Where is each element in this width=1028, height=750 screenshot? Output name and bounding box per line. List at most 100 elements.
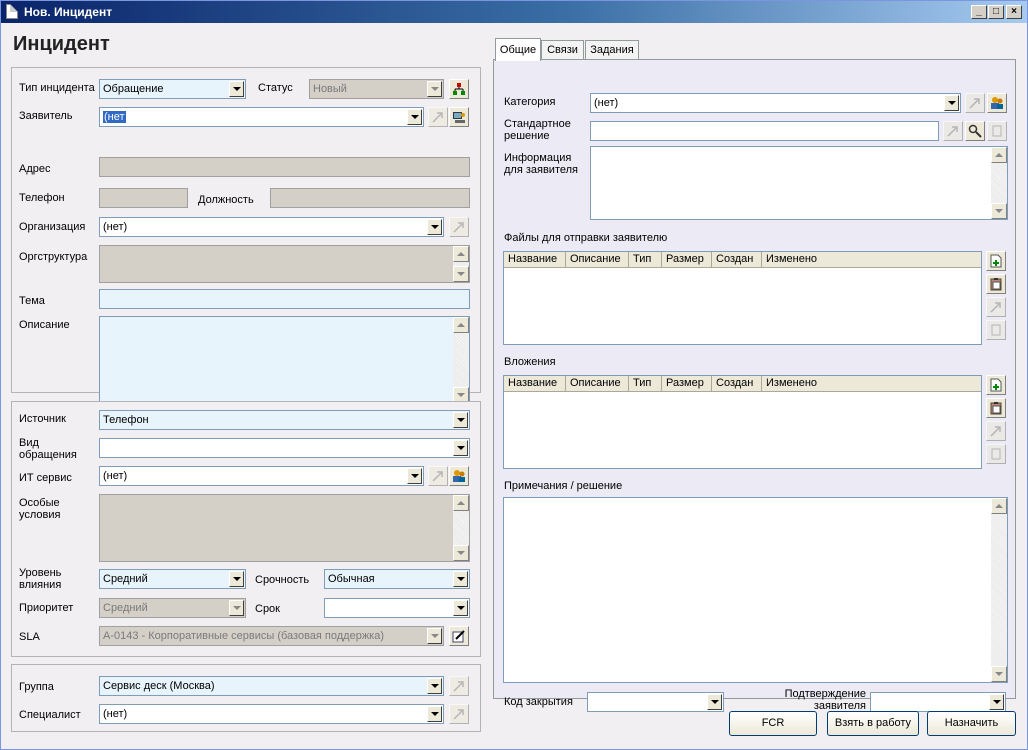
description-field[interactable] — [99, 316, 470, 404]
open-category-button[interactable] — [965, 93, 985, 113]
open-it-service-button[interactable] — [428, 466, 448, 486]
subject-field[interactable] — [99, 289, 470, 309]
special-conditions-scrollbar[interactable] — [453, 495, 469, 561]
minimize-button[interactable]: _ — [971, 5, 987, 19]
column-header[interactable]: Описание — [566, 376, 629, 392]
tab-general[interactable]: Общие — [495, 38, 541, 61]
maximize-button[interactable]: □ — [988, 5, 1004, 19]
column-header[interactable]: Изменено — [762, 252, 982, 268]
chevron-down-icon[interactable] — [427, 706, 442, 722]
take-in-work-button[interactable]: Взять в работу — [827, 711, 919, 736]
column-header[interactable]: Описание — [566, 252, 629, 268]
chevron-down-icon[interactable] — [707, 694, 722, 710]
sla-edit-button[interactable] — [449, 626, 469, 646]
chevron-down-icon[interactable] — [989, 694, 1004, 710]
notes-scrollbar[interactable] — [991, 498, 1007, 682]
open-specialist-button[interactable] — [449, 704, 469, 724]
add-attachment-button[interactable] — [986, 375, 1006, 395]
edit-file-button[interactable] — [986, 297, 1006, 317]
it-service-select[interactable]: (нет) — [99, 466, 424, 486]
column-header[interactable]: Создан — [712, 376, 762, 392]
chevron-down-icon[interactable] — [229, 571, 244, 587]
column-header[interactable]: Название — [504, 376, 566, 392]
tab-links[interactable]: Связи — [541, 40, 584, 60]
apply-solution-button[interactable] — [987, 121, 1007, 141]
scroll-up-icon[interactable] — [453, 317, 469, 333]
scroll-up-icon[interactable] — [991, 498, 1007, 514]
closure-code-select[interactable] — [587, 692, 724, 712]
position-field[interactable] — [270, 188, 470, 208]
description-scrollbar[interactable] — [453, 317, 469, 403]
open-organization-button[interactable] — [449, 217, 469, 237]
category-lookup-button[interactable] — [987, 93, 1007, 113]
open-group-button[interactable] — [449, 676, 469, 696]
it-service-lookup-button[interactable] — [449, 466, 469, 486]
chevron-down-icon[interactable] — [229, 81, 244, 97]
scroll-down-icon[interactable] — [991, 666, 1007, 682]
group-select[interactable]: Сервис деск (Москва) — [99, 676, 444, 696]
remove-file-button[interactable] — [986, 320, 1006, 340]
column-header[interactable]: Размер — [662, 376, 712, 392]
column-header[interactable]: Создан — [712, 252, 762, 268]
open-requester-button[interactable] — [428, 107, 448, 127]
chevron-down-icon[interactable] — [427, 219, 442, 235]
edit-attachment-button[interactable] — [986, 421, 1006, 441]
column-header[interactable]: Название — [504, 252, 566, 268]
column-header[interactable]: Тип — [629, 252, 662, 268]
requester-lookup-button[interactable] — [449, 107, 469, 127]
scroll-down-icon[interactable] — [991, 203, 1007, 219]
request-kind-select[interactable] — [99, 438, 470, 458]
chevron-down-icon[interactable] — [453, 571, 468, 587]
requester-info-label: Информация для заявителя — [504, 152, 578, 176]
specialist-select[interactable]: (нет) — [99, 704, 444, 724]
tab-tasks[interactable]: Задания — [585, 40, 639, 60]
chevron-down-icon[interactable] — [944, 95, 959, 111]
requester-confirmation-select[interactable] — [870, 692, 1006, 712]
chevron-down-icon[interactable] — [407, 109, 422, 125]
scroll-up-icon[interactable] — [991, 147, 1007, 163]
column-header[interactable]: Тип — [629, 376, 662, 392]
category-select[interactable]: (нет) — [590, 93, 961, 113]
scroll-up-icon[interactable] — [453, 246, 469, 262]
address-field[interactable] — [99, 157, 470, 177]
title-bar[interactable]: Нов. Инцидент _ □ × — [1, 1, 1027, 23]
requester-info-scrollbar[interactable] — [991, 147, 1007, 219]
files-grid[interactable]: Название Описание Тип Размер Создан Изме… — [503, 251, 982, 345]
requester-info-field[interactable] — [590, 146, 1008, 220]
requester-select[interactable]: (нет — [99, 107, 424, 127]
attachments-grid[interactable]: Название Описание Тип Размер Создан Изме… — [503, 375, 982, 469]
notes-field[interactable] — [503, 497, 1008, 683]
add-file-button[interactable] — [986, 251, 1006, 271]
chevron-down-icon[interactable] — [427, 678, 442, 694]
search-solution-button[interactable] — [965, 121, 985, 141]
open-solution-button[interactable] — [943, 121, 963, 141]
scroll-down-icon[interactable] — [453, 545, 469, 561]
source-select[interactable]: Телефон — [99, 410, 470, 430]
close-button[interactable]: × — [1006, 5, 1022, 19]
chevron-down-icon[interactable] — [453, 600, 468, 616]
urgency-select[interactable]: Обычная — [324, 569, 470, 589]
paste-attachment-button[interactable] — [986, 398, 1006, 418]
impact-select[interactable]: Средний — [99, 569, 246, 589]
org-structure-field[interactable] — [99, 245, 470, 283]
fcr-button[interactable]: FCR — [729, 711, 817, 736]
remove-attachment-button[interactable] — [986, 444, 1006, 464]
hierarchy-button[interactable] — [449, 79, 469, 99]
org-structure-scrollbar[interactable] — [453, 246, 469, 282]
scroll-down-icon[interactable] — [453, 266, 469, 282]
chevron-down-icon[interactable] — [407, 468, 422, 484]
incident-type-select[interactable]: Обращение — [99, 79, 246, 99]
deadline-picker[interactable] — [324, 598, 470, 618]
column-header[interactable]: Размер — [662, 252, 712, 268]
paste-file-button[interactable] — [986, 274, 1006, 294]
column-header[interactable]: Изменено — [762, 376, 982, 392]
chevron-down-icon[interactable] — [453, 412, 468, 428]
organization-select[interactable]: (нет) — [99, 217, 444, 237]
standard-solution-field[interactable] — [590, 121, 939, 141]
special-conditions-field[interactable] — [99, 494, 470, 562]
assign-button[interactable]: Назначить — [927, 711, 1016, 736]
scroll-up-icon[interactable] — [453, 495, 469, 511]
sla-select: A-0143 - Корпоративные сервисы (базовая … — [99, 626, 444, 646]
phone-field[interactable] — [99, 188, 188, 208]
chevron-down-icon[interactable] — [453, 440, 468, 456]
